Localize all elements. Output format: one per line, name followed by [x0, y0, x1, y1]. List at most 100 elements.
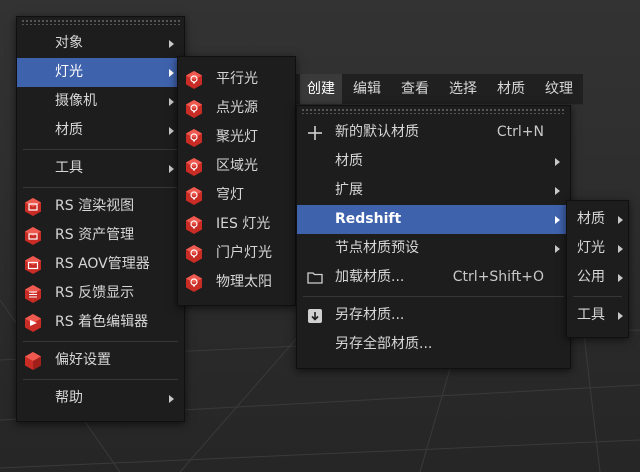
create-redshift[interactable]: Redshift [297, 205, 570, 234]
create-extensions[interactable]: 扩展 [297, 176, 570, 205]
create-node-material-presets[interactable]: 节点材质预设 [297, 234, 570, 263]
rs-shader-icon [25, 314, 41, 332]
light-bulb-icon [186, 245, 202, 263]
create-menu-dropdown: 新的默认材质 Ctrl+N 材质 扩展 Redshift 节点材质预设 加载材质… [296, 105, 571, 369]
menu-item-label: RS 渲染视图 [55, 198, 135, 214]
chevron-right-icon [169, 40, 174, 48]
menu-item-lights[interactable]: 灯光 [17, 58, 184, 87]
menu-item-rs-feedback[interactable]: RS 反馈显示 [17, 279, 184, 308]
menu-item-label: 材质 [55, 122, 83, 138]
chevron-right-icon [618, 312, 623, 320]
redshift-lights[interactable]: 灯光 [567, 234, 628, 263]
menubar-material[interactable]: 材质 [490, 74, 532, 104]
light-item-portal[interactable]: 门户灯光 [178, 239, 295, 268]
menu-item-label: RS 着色编辑器 [55, 314, 149, 330]
menu-item-label: 帮助 [55, 390, 83, 406]
menubar-view[interactable]: 查看 [394, 74, 436, 104]
menu-item-label: 工具 [55, 160, 83, 176]
menu-item-label: 聚光灯 [216, 129, 258, 145]
light-item-point[interactable]: 点光源 [178, 94, 295, 123]
menu-item-object[interactable]: 对象 [17, 29, 184, 58]
menu-item-label: Redshift [335, 211, 402, 227]
menu-grip[interactable] [301, 108, 566, 114]
menu-separator [23, 341, 178, 342]
menu-item-label: 另存材质... [335, 307, 405, 323]
light-item-directional[interactable]: 平行光 [178, 65, 295, 94]
menu-separator [23, 379, 178, 380]
chevron-right-icon [618, 245, 623, 253]
folder-icon [307, 272, 323, 284]
menu-item-label: 灯光 [55, 64, 83, 80]
chevron-right-icon [555, 245, 560, 253]
create-load-material[interactable]: 加载材质... Ctrl+Shift+O [297, 263, 570, 292]
menu-separator [303, 296, 564, 297]
light-bulb-icon [186, 71, 202, 89]
chevron-right-icon [555, 216, 560, 224]
menubar-texture[interactable]: 纹理 [538, 74, 580, 104]
menu-item-label: 另存全部材质... [335, 336, 433, 352]
menu-item-label: IES 灯光 [216, 216, 271, 232]
menu-item-label: 新的默认材质 [335, 124, 419, 140]
menu-item-label: 点光源 [216, 100, 258, 116]
menu-item-label: 节点材质预设 [335, 240, 419, 256]
menu-item-preferences[interactable]: 偏好设置 [17, 346, 184, 375]
menu-item-material[interactable]: 材质 [17, 116, 184, 145]
light-item-ies[interactable]: IES 灯光 [178, 210, 295, 239]
save-down-icon [308, 309, 322, 323]
chevron-right-icon [555, 158, 560, 166]
light-bulb-icon [186, 100, 202, 118]
create-material[interactable]: 材质 [297, 147, 570, 176]
plus-icon [308, 126, 322, 140]
light-item-spot[interactable]: 聚光灯 [178, 123, 295, 152]
light-bulb-icon [186, 129, 202, 147]
rs-renderview-icon [25, 198, 41, 216]
menu-item-rs-aov[interactable]: RS AOV管理器 [17, 250, 184, 279]
menu-item-label: 材质 [335, 153, 363, 169]
redshift-submenu: 材质 灯光 公用 工具 [566, 200, 629, 338]
menu-item-label: 扩展 [335, 182, 363, 198]
light-bulb-icon [186, 187, 202, 205]
menubar-edit[interactable]: 编辑 [346, 74, 388, 104]
light-bulb-icon [186, 158, 202, 176]
menu-item-label: RS 资产管理 [55, 227, 135, 243]
light-item-area[interactable]: 区域光 [178, 152, 295, 181]
menubar: 创建 编辑 查看 选择 材质 纹理 [296, 74, 583, 105]
redshift-utility[interactable]: 公用 [567, 263, 628, 292]
menu-item-label: 门户灯光 [216, 245, 272, 261]
lights-submenu: 平行光 点光源 聚光灯 区域光 穹灯 IES 灯光 门户灯光 物理太阳 [177, 56, 296, 306]
rs-asset-icon [25, 227, 41, 245]
menu-item-label: 区域光 [216, 158, 258, 174]
menubar-select[interactable]: 选择 [442, 74, 484, 104]
light-item-dome[interactable]: 穹灯 [178, 181, 295, 210]
redshift-material[interactable]: 材质 [567, 205, 628, 234]
rs-feedback-icon [25, 285, 41, 303]
menubar-create[interactable]: 创建 [300, 74, 342, 104]
menu-item-label: 对象 [55, 35, 83, 51]
menu-grip[interactable] [21, 19, 180, 25]
menu-item-tools[interactable]: 工具 [17, 154, 184, 183]
main-context-menu: 对象 灯光 摄像机 材质 工具 RS 渲染视图 RS 资产管理 RS AOV管理… [16, 16, 185, 422]
menu-item-label: RS AOV管理器 [55, 256, 150, 272]
menu-item-label: 加载材质... [335, 269, 405, 285]
menu-item-help[interactable]: 帮助 [17, 384, 184, 413]
redshift-tools[interactable]: 工具 [567, 301, 628, 330]
shortcut-label: Ctrl+Shift+O [452, 269, 544, 285]
create-save-all-materials[interactable]: 另存全部材质... [297, 330, 570, 359]
menu-item-label: 偏好设置 [55, 352, 111, 368]
create-new-default-material[interactable]: 新的默认材质 Ctrl+N [297, 118, 570, 147]
menu-item-rs-shader[interactable]: RS 着色编辑器 [17, 308, 184, 337]
menu-item-camera[interactable]: 摄像机 [17, 87, 184, 116]
light-item-sun[interactable]: 物理太阳 [178, 268, 295, 297]
rs-aov-icon [25, 256, 41, 274]
create-save-material[interactable]: 另存材质... [297, 301, 570, 330]
chevron-right-icon [618, 274, 623, 282]
shortcut-label: Ctrl+N [496, 124, 544, 140]
menu-item-rs-renderview[interactable]: RS 渲染视图 [17, 192, 184, 221]
chevron-right-icon [169, 98, 174, 106]
menu-item-label: 工具 [577, 307, 605, 323]
chevron-right-icon [555, 187, 560, 195]
light-bulb-icon [186, 274, 202, 292]
menu-item-rs-asset[interactable]: RS 资产管理 [17, 221, 184, 250]
menu-separator [23, 187, 178, 188]
chevron-right-icon [169, 165, 174, 173]
